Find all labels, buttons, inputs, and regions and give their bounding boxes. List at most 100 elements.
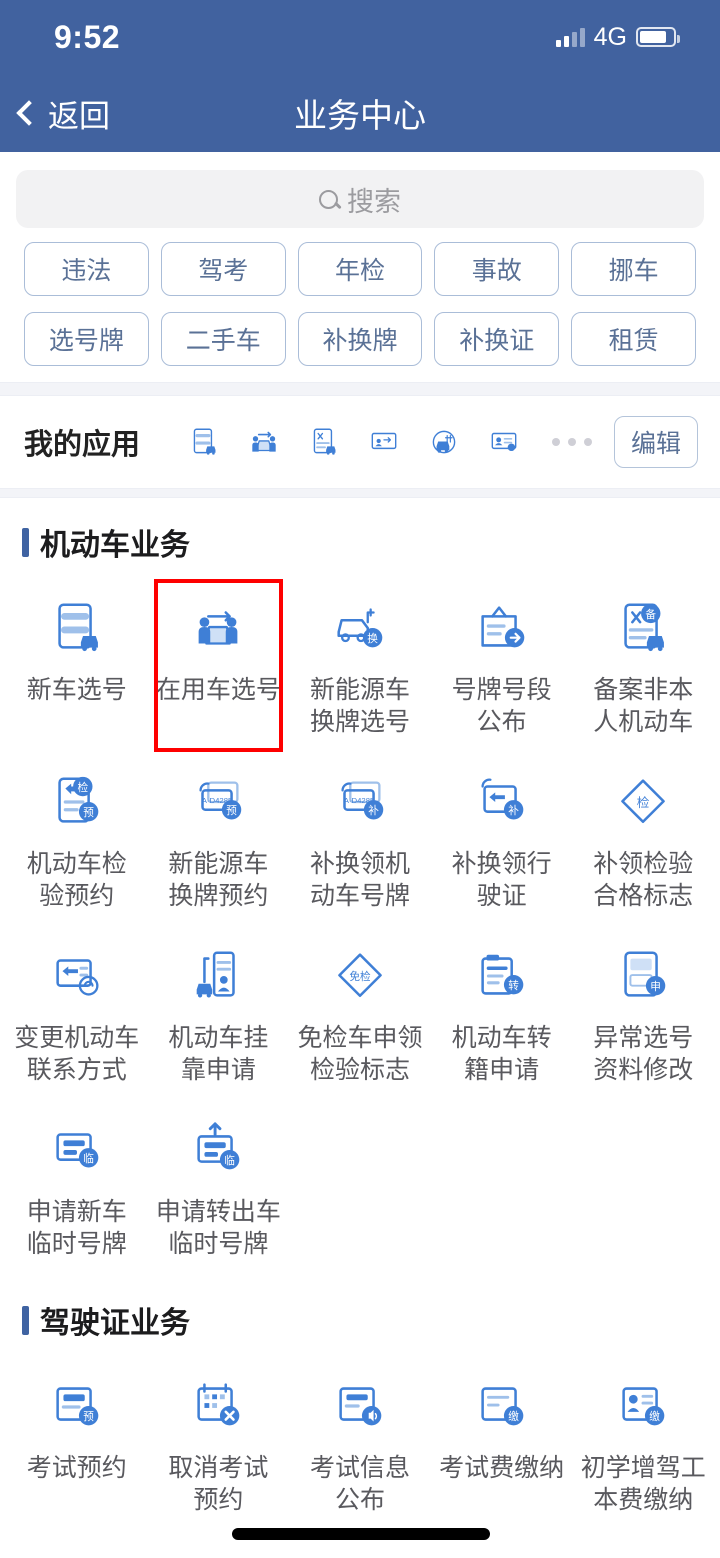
app-item-replace-driving-permit[interactable]: 补补换领行 驶证 (431, 754, 573, 922)
home-indicator[interactable] (232, 1528, 490, 1540)
app-item-license-cost-payment[interactable]: 缴初学增驾工 本费缴纳 (572, 1358, 714, 1526)
section-accent-bar (22, 1305, 29, 1335)
document-vehicle-icon[interactable] (307, 425, 341, 459)
section-accent-bar (22, 527, 29, 557)
quick-chip-9[interactable]: 补换证 (434, 312, 560, 366)
back-button[interactable]: 返回 (0, 91, 110, 136)
app-item-learner-clipboard[interactable]: 学 (6, 1538, 148, 1558)
back-button-label: 返回 (48, 98, 110, 134)
quick-chip-2[interactable]: 驾考 (160, 242, 286, 296)
new-car-plate-selection-icon[interactable] (187, 425, 221, 459)
quick-chip-8[interactable]: 补换牌 (297, 312, 423, 366)
quick-chip-7[interactable]: 二手车 (160, 312, 286, 366)
business-sections: 机动车业务 新车选号 在用车选号换新能源车 换牌选号 号牌号段 公布备备案非本 人机动车检预… (0, 498, 720, 1532)
app-item-in-use-car-number[interactable]: 在用车选号 (148, 579, 290, 752)
car-circle-icon[interactable] (427, 425, 461, 459)
my-apps-title: 我的应用 (24, 429, 141, 461)
new-car-number-icon (43, 594, 111, 662)
search-section: 搜索 (0, 152, 720, 228)
app-item-replace-inspection-mark[interactable]: 检补领检验 合格标志 (572, 754, 714, 922)
app-item-label: 号牌号段 公布 (451, 676, 552, 736)
replace-vehicle-plate-icon: A·D4285 补 (326, 768, 394, 836)
temp-plate-new-car-icon: 临 (43, 1116, 111, 1184)
app-item-label: 新能源车 换牌预约 (168, 850, 269, 910)
svg-text:换: 换 (367, 632, 378, 645)
abnormal-plate-data-edit-icon: 申 (609, 942, 677, 1010)
svg-text:缴: 缴 (508, 1410, 519, 1423)
app-item-abnormal-plate-data-edit[interactable]: 申异常选号 资料修改 (572, 928, 714, 1096)
battery-icon (636, 27, 680, 47)
register-other-vehicle-icon: 备 (609, 594, 677, 662)
header-area: 9:52 4G 返回 业务中心 (0, 0, 720, 152)
app-item-license-person[interactable] (431, 1538, 573, 1558)
app-item-label: 新车选号 (26, 676, 127, 704)
quick-chip-1[interactable]: 违法 (24, 242, 149, 296)
quick-chip-3[interactable]: 年检 (297, 242, 423, 296)
section-title: 机动车业务 (40, 529, 190, 562)
app-item-vehicle-affiliation-apply[interactable]: 机动车挂 靠申请 (148, 928, 290, 1096)
quick-chip-6[interactable]: 选号牌 (24, 312, 149, 366)
app-item-label: 补换领行 驶证 (451, 850, 552, 910)
quick-chip-5[interactable]: 挪车 (571, 242, 696, 296)
quick-chip-10[interactable]: 租赁 (571, 312, 696, 366)
plate-exchange-icon[interactable] (367, 425, 401, 459)
app-item-plate-range-publish[interactable]: 号牌号段 公布 (431, 580, 573, 748)
app-item-label: 取消考试 预约 (168, 1454, 269, 1514)
app-item-temp-plate-new-car[interactable]: 临申请新车 临时号牌 (6, 1102, 148, 1270)
search-icon (319, 189, 338, 209)
app-item-temp-plate-transfer-out[interactable]: 临申请转出车 临时号牌 (148, 1102, 290, 1270)
ellipsis-icon[interactable] (551, 438, 592, 446)
app-item-register-other-vehicle[interactable]: 备备案非本 人机动车 (572, 580, 714, 748)
app-item-new-energy-plate-booking[interactable]: A·D4285 预新能源车 换牌预约 (148, 754, 290, 922)
section-header: 驾驶证业务 (0, 1276, 720, 1352)
app-screen: 9:52 4G 返回 业务中心 搜索 违法 驾考 年检 事故 挪车 选号牌 二手车 补换牌 补换… (0, 0, 720, 1558)
app-item-replace-vehicle-plate[interactable]: A·D4285 补补换领机 动车号牌 (289, 754, 431, 922)
navigation-bar: 返回 业务中心 (0, 74, 720, 152)
search-placeholder: 搜索 (347, 186, 401, 217)
app-item-label: 补领检验 合格标志 (593, 850, 694, 910)
app-item-label: 异常选号 资料修改 (593, 1024, 694, 1084)
app-item-label: 免检车申领 检验标志 (297, 1024, 423, 1084)
quick-chip-grid: 违法 驾考 年检 事故 挪车选号牌 二手车 补换牌 补换证 租赁 (0, 228, 720, 382)
app-item-exam-fee-payment[interactable]: 缴考试费缴纳 (431, 1358, 573, 1526)
new-energy-plate-change-icon: 换 (326, 594, 394, 662)
app-item-label: 机动车检 验预约 (26, 850, 127, 910)
svg-text:检: 检 (77, 781, 88, 794)
app-item-exam-booking[interactable]: 预考试预约 (6, 1358, 148, 1526)
search-input[interactable]: 搜索 (16, 170, 704, 228)
app-item-license-card[interactable] (148, 1538, 290, 1558)
app-item-license-docs[interactable] (572, 1538, 714, 1558)
quick-chip-4[interactable]: 事故 (434, 242, 560, 296)
change-vehicle-contact-icon (43, 942, 111, 1010)
app-item-cancel-exam-booking[interactable]: 取消考试 预约 (148, 1358, 290, 1526)
svg-text:检: 检 (637, 795, 650, 810)
in-use-car-plate-selection-icon[interactable] (247, 425, 281, 459)
svg-text:转: 转 (508, 979, 519, 992)
app-item-new-car-number[interactable]: 新车选号 (6, 580, 148, 748)
status-time: 9:52 (54, 18, 121, 55)
exam-booking-icon: 预 (43, 1372, 111, 1440)
id-card-icon[interactable] (487, 425, 521, 459)
section-grid: 新车选号 在用车选号换新能源车 换牌选号 号牌号段 公布备备案非本 人机动车检预机动车检验… (0, 574, 720, 1270)
edit-apps-button[interactable]: 编辑 (613, 416, 698, 468)
svg-text:补: 补 (508, 804, 519, 817)
app-item-license-calendar[interactable] (289, 1538, 431, 1558)
section-title: 驾驶证业务 (40, 1307, 190, 1340)
app-item-exempt-inspection-mark[interactable]: 免检 免检车申领 检验标志 (289, 928, 431, 1096)
vehicle-affiliation-apply-icon (184, 942, 252, 1010)
replace-inspection-mark-icon: 检 (609, 768, 677, 836)
app-item-change-vehicle-contact[interactable]: 变更机动车 联系方式 (6, 928, 148, 1096)
network-type-label: 4G (593, 22, 627, 51)
app-item-label: 申请转出车 临时号牌 (155, 1198, 281, 1258)
section-1: 机动车业务新车选号 在用车选号换新能源车 换牌选号 号牌号段 公布备备案非本 人机动车检预… (0, 498, 720, 1276)
license-cost-payment-icon: 缴 (609, 1372, 677, 1440)
app-item-new-energy-plate-change[interactable]: 换新能源车 换牌选号 (289, 580, 431, 748)
my-apps-bar: 我的应用 编辑 (0, 396, 720, 488)
app-item-label: 补换领机 动车号牌 (309, 850, 410, 910)
app-item-label: 考试信息 公布 (309, 1454, 410, 1514)
app-item-vehicle-inspection-booking[interactable]: 检预机动车检 验预约 (6, 754, 148, 922)
app-item-label: 申请新车 临时号牌 (26, 1198, 127, 1258)
app-item-exam-info-publish[interactable]: 考试信息 公布 (289, 1358, 431, 1526)
app-item-vehicle-transfer-apply[interactable]: 转机动车转 籍申请 (431, 928, 573, 1096)
svg-text:预: 预 (83, 1411, 94, 1423)
